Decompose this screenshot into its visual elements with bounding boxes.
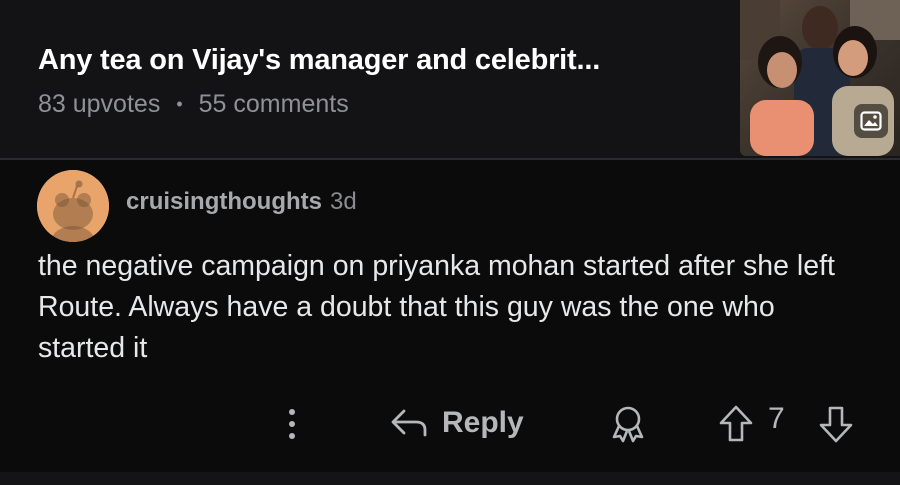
image-icon — [854, 104, 888, 138]
post-thumbnail[interactable] — [740, 0, 900, 156]
reply-button[interactable]: Reply — [390, 401, 524, 445]
comment-actions: Reply 7 — [0, 398, 900, 448]
award-icon[interactable] — [608, 404, 648, 449]
more-vertical-icon[interactable] — [278, 404, 306, 444]
post-meta: 83 upvotes • 55 comments — [38, 90, 349, 119]
reply-label: Reply — [442, 406, 524, 439]
post-header[interactable]: Any tea on Vijay's manager and celebrit.… — [0, 0, 900, 158]
reply-arrow-icon — [391, 409, 427, 437]
downvote-arrow-icon[interactable] — [818, 404, 854, 449]
username[interactable]: cruisingthoughts — [126, 188, 322, 215]
post-title[interactable]: Any tea on Vijay's manager and celebrit.… — [38, 44, 600, 77]
meta-separator: • — [176, 94, 183, 114]
comment-count: 55 comments — [198, 90, 349, 118]
comment-age: 3d — [329, 188, 357, 215]
upvote-count: 83 upvotes — [38, 90, 161, 118]
avatar[interactable] — [37, 170, 109, 242]
bottom-bar — [0, 472, 900, 485]
comment-body: the negative campaign on priyanka mohan … — [38, 250, 835, 364]
comment: cruisingthoughts 3d the negative campaign… — [0, 160, 900, 472]
comment-meta: cruisingthoughts 3d — [126, 188, 357, 216]
upvote-arrow-icon[interactable] — [718, 404, 754, 449]
vote-count: 7 — [768, 402, 785, 435]
snoo-avatar-icon — [37, 170, 109, 242]
